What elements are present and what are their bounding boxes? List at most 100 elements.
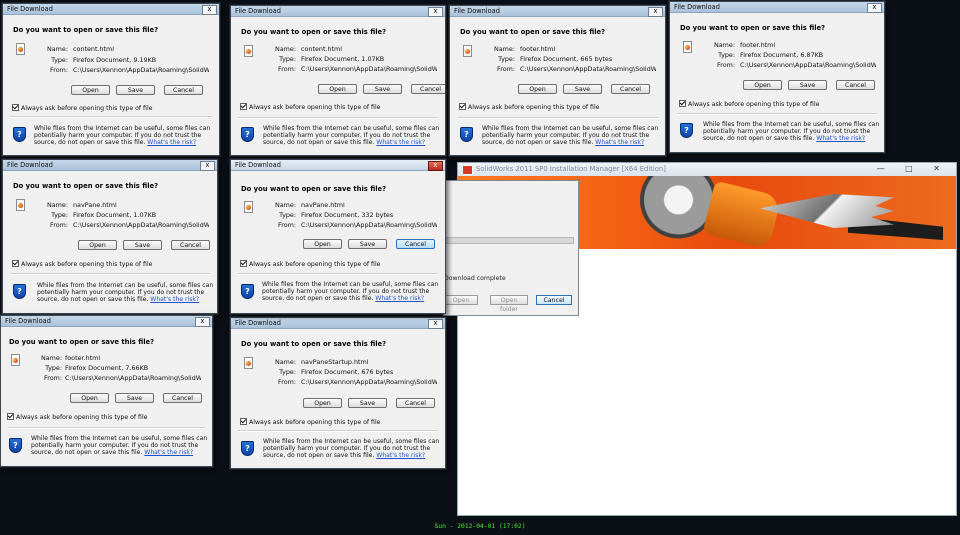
save-button[interactable]: Save xyxy=(788,80,827,90)
checkbox-label: Always ask before opening this type of f… xyxy=(468,104,600,111)
dialog-title-bar[interactable]: File Download x xyxy=(1,316,212,327)
type-label: Type: xyxy=(279,368,296,376)
file-download-dialog-content-1kb: File Download x Do you want to open or sa… xyxy=(230,5,446,156)
type-label: Type: xyxy=(51,211,68,219)
cancel-button[interactable]: Cancel xyxy=(163,393,202,403)
cancel-button[interactable]: Cancel xyxy=(164,85,203,95)
checkbox-checked-icon[interactable] xyxy=(679,100,686,107)
dialog-title-bar[interactable]: File Download x xyxy=(231,6,445,17)
from-label: From: xyxy=(497,65,515,73)
always-ask-checkbox-row[interactable]: Always ask before opening this type of f… xyxy=(459,103,599,111)
dialog-title-bar[interactable]: File Download x xyxy=(3,4,219,15)
file-type: Firefox Document, 332 bytes xyxy=(301,211,394,219)
window-controls-icon[interactable]: — □ ✕ xyxy=(877,164,949,173)
name-label: Name: xyxy=(493,45,515,53)
dialog-title-bar[interactable]: File Download x xyxy=(231,160,445,171)
firefox-document-icon xyxy=(16,199,25,211)
close-icon[interactable]: x xyxy=(648,7,663,17)
cancel-button[interactable]: Cancel xyxy=(396,239,435,249)
save-button[interactable]: Save xyxy=(123,240,162,250)
solidworks-cancel-button[interactable]: Cancel xyxy=(536,295,572,305)
security-warning: While files from the Internet can be use… xyxy=(263,125,445,146)
open-folder-button[interactable]: Open folder xyxy=(490,295,528,313)
shield-icon: ? xyxy=(241,127,254,142)
checkbox-checked-icon[interactable] xyxy=(7,413,14,420)
always-ask-checkbox-row[interactable]: Always ask before opening this type of f… xyxy=(240,260,380,268)
risk-link[interactable]: What's the risk? xyxy=(144,449,193,456)
checkbox-checked-icon[interactable] xyxy=(240,103,247,110)
close-icon[interactable]: x xyxy=(867,3,882,13)
risk-link[interactable]: What's the risk? xyxy=(150,296,199,303)
open-button[interactable]: Open xyxy=(303,398,342,408)
firefox-document-icon xyxy=(683,41,692,53)
file-source: C:\Users\Xennon\AppData\Roaming\SolidWor… xyxy=(301,65,437,73)
cancel-button[interactable]: Cancel xyxy=(611,84,650,94)
always-ask-checkbox-row[interactable]: Always ask before opening this type of f… xyxy=(7,413,147,421)
dialog-question: Do you want to open or save this file? xyxy=(13,26,159,34)
risk-link[interactable]: What's the risk? xyxy=(376,452,425,459)
checkbox-label: Always ask before opening this type of f… xyxy=(249,261,381,268)
save-button[interactable]: Save xyxy=(116,85,155,95)
solidworks-title-bar[interactable]: SolidWorks 2011 SP0 Installation Manager… xyxy=(458,163,956,176)
dialog-question: Do you want to open or save this file? xyxy=(13,182,159,190)
always-ask-checkbox-row[interactable]: Always ask before opening this type of f… xyxy=(240,103,380,111)
save-button[interactable]: Save xyxy=(115,393,154,403)
firefox-document-icon xyxy=(11,354,20,366)
save-button[interactable]: Save xyxy=(563,84,602,94)
open-button[interactable]: Open xyxy=(743,80,782,90)
open-button[interactable]: Open xyxy=(70,393,109,403)
dialog-title-bar[interactable]: File Download x xyxy=(231,318,445,329)
file-name: content.html xyxy=(73,45,115,53)
checkbox-checked-icon[interactable] xyxy=(240,260,247,267)
open-button[interactable]: Open xyxy=(303,239,342,249)
dialog-title: File Download xyxy=(235,319,281,327)
firefox-document-icon xyxy=(244,201,253,213)
dialog-title: File Download xyxy=(674,3,720,11)
cancel-button[interactable]: Cancel xyxy=(171,240,210,250)
open-button[interactable]: Open xyxy=(318,84,357,94)
risk-link[interactable]: What's the risk? xyxy=(595,139,644,146)
close-icon[interactable]: x xyxy=(428,319,443,329)
firefox-document-icon xyxy=(244,45,253,57)
file-source: C:\Users\Xennon\AppData\Roaming\SolidWor… xyxy=(65,374,201,382)
risk-link[interactable]: What's the risk? xyxy=(147,139,196,146)
from-label: From: xyxy=(278,65,296,73)
close-icon[interactable]: x xyxy=(200,161,215,171)
risk-link[interactable]: What's the risk? xyxy=(816,135,865,142)
close-icon[interactable]: x xyxy=(195,317,210,327)
save-button[interactable]: Save xyxy=(348,398,387,408)
open-button[interactable]: Open xyxy=(71,85,110,95)
save-button[interactable]: Save xyxy=(363,84,402,94)
security-warning: While files from the Internet can be use… xyxy=(262,281,445,302)
dialog-title-bar[interactable]: File Download x xyxy=(450,6,665,17)
dialog-title: File Download xyxy=(235,161,281,169)
checkbox-checked-icon[interactable] xyxy=(12,260,19,267)
dialog-question: Do you want to open or save this file? xyxy=(9,338,155,346)
cancel-button[interactable]: Cancel xyxy=(411,84,445,94)
shield-icon: ? xyxy=(9,438,22,453)
close-icon[interactable]: x xyxy=(202,5,217,15)
checkbox-checked-icon[interactable] xyxy=(12,104,19,111)
always-ask-checkbox-row[interactable]: Always ask before opening this type of f… xyxy=(12,260,152,268)
open-button[interactable]: Open xyxy=(78,240,117,250)
risk-link[interactable]: What's the risk? xyxy=(375,295,424,302)
save-button[interactable]: Save xyxy=(348,239,387,249)
cancel-button[interactable]: Cancel xyxy=(836,80,875,90)
file-source: C:\Users\Xennon\AppData\Roaming\SolidWor… xyxy=(301,378,437,386)
solidworks-open-button[interactable]: Open xyxy=(444,295,478,305)
dialog-title-bar[interactable]: File Download x xyxy=(3,160,217,171)
checkbox-label: Always ask before opening this type of f… xyxy=(249,419,381,426)
always-ask-checkbox-row[interactable]: Always ask before opening this type of f… xyxy=(679,100,819,108)
open-button[interactable]: Open xyxy=(518,84,557,94)
dialog-title: File Download xyxy=(454,7,500,15)
checkbox-checked-icon[interactable] xyxy=(459,103,466,110)
close-icon[interactable]: x xyxy=(428,7,443,17)
risk-link[interactable]: What's the risk? xyxy=(376,139,425,146)
dialog-title-bar[interactable]: File Download x xyxy=(670,2,884,13)
always-ask-checkbox-row[interactable]: Always ask before opening this type of f… xyxy=(12,104,152,112)
cancel-button[interactable]: Cancel xyxy=(396,398,435,408)
checkbox-checked-icon[interactable] xyxy=(240,418,247,425)
always-ask-checkbox-row[interactable]: Always ask before opening this type of f… xyxy=(240,418,380,426)
close-icon[interactable]: x xyxy=(428,161,443,171)
separator xyxy=(457,117,658,119)
